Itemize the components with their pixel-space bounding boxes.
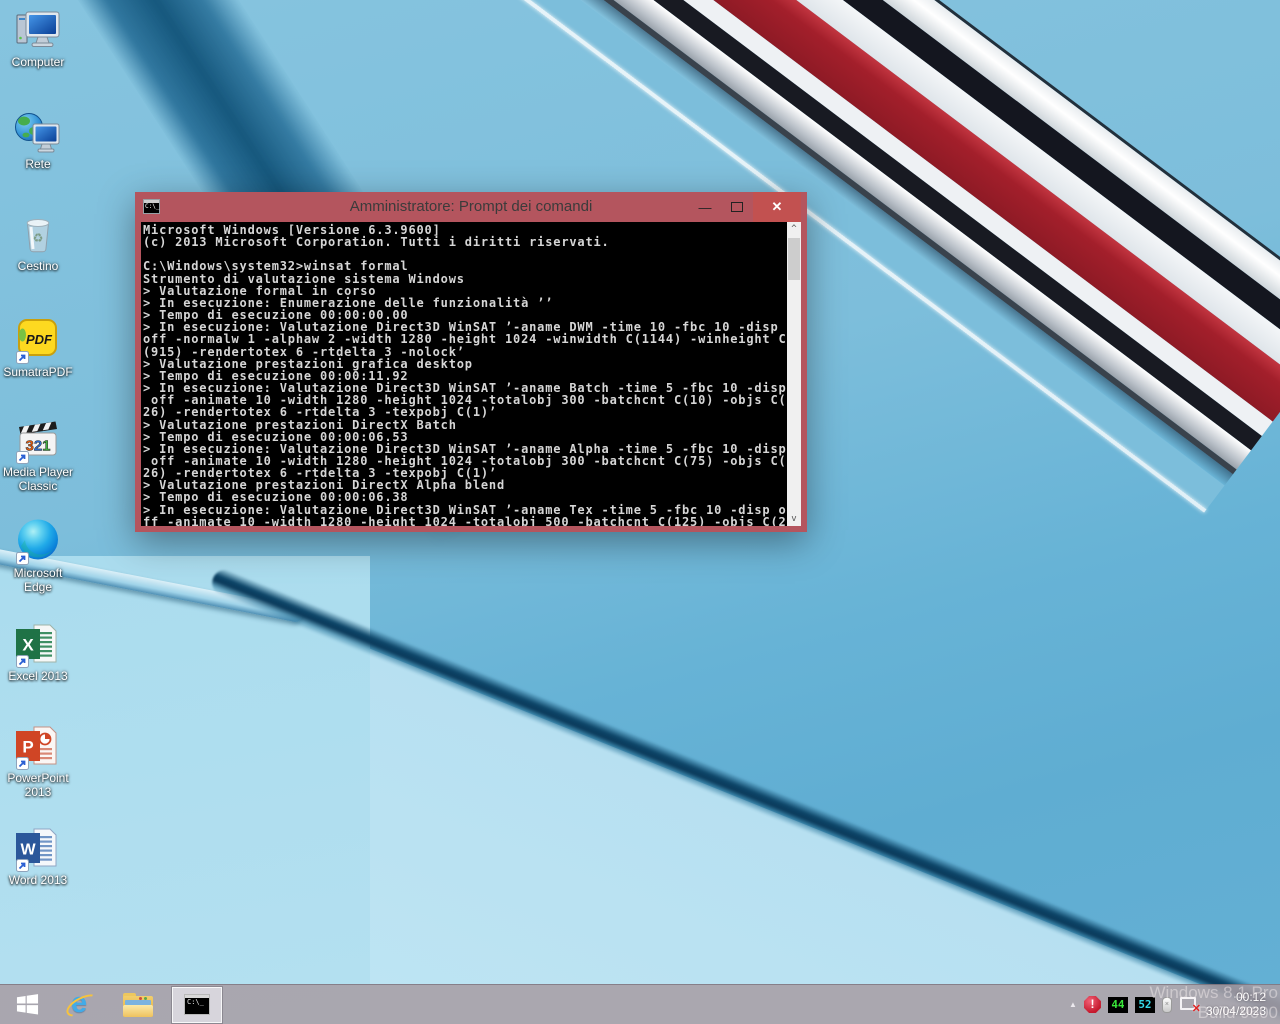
shortcut-arrow-icon [16, 351, 29, 364]
desktop-icon-label: Media Player Classic [0, 465, 76, 493]
tray-alert-icon[interactable]: ! [1084, 996, 1101, 1013]
desktop-icon-label: PowerPoint 2013 [0, 771, 76, 799]
svg-text:X: X [22, 636, 34, 655]
minimize-button[interactable]: — [689, 192, 721, 222]
desktop-icon-recycle-bin[interactable]: ♻ Cestino [0, 210, 76, 273]
clock-date: 30/04/2023 [1206, 1005, 1266, 1019]
tray-device-icon[interactable]: × [1162, 997, 1172, 1013]
taskbar-item-internet-explorer[interactable]: e [54, 985, 110, 1024]
desktop-icon-label: Computer [0, 55, 76, 69]
scrollbar-thumb[interactable] [788, 238, 800, 280]
console-line: > Tempo di esecuzione 00:00:06.38 [143, 491, 787, 503]
start-button[interactable] [0, 985, 54, 1024]
desktop-icon-label: Rete [0, 157, 76, 171]
excel-icon: X [14, 620, 62, 668]
windows-logo-icon [16, 993, 39, 1016]
console-line: 26) -rendertotex 6 -rtdelta 3 -texpobj C… [143, 406, 787, 418]
console-output[interactable]: Microsoft Windows [Versione 6.3.9600](c)… [141, 222, 787, 526]
desktop-icon-label: Cestino [0, 259, 76, 273]
console-line: C:\Windows\system32>winsat formal [143, 260, 787, 272]
taskbar-item-command-prompt-active[interactable]: C:\_ [172, 987, 222, 1023]
sumatrapdf-icon: PDF [14, 316, 62, 364]
maximize-icon [731, 202, 743, 212]
svg-text:♻: ♻ [33, 231, 44, 245]
network-disconnected-icon[interactable]: ✕ [1179, 996, 1199, 1013]
wallpaper-panel-crease-shadow [208, 566, 1280, 1024]
shortcut-arrow-icon [16, 552, 29, 565]
console-line: (c) 2013 Microsoft Corporation. Tutti i … [143, 236, 787, 248]
desktop-icon-sumatrapdf[interactable]: PDF SumatraPDF [0, 316, 76, 379]
desktop-icon-label: Word 2013 [0, 873, 76, 887]
shortcut-arrow-icon [16, 451, 29, 464]
desktop-icon-excel[interactable]: X Excel 2013 [0, 620, 76, 683]
desktop-icon-word[interactable]: W Word 2013 [0, 824, 76, 887]
console-scrollbar[interactable]: ^ v [787, 222, 801, 526]
console-line: > Valutazione prestazioni DirectX Batch [143, 419, 787, 431]
clock-time: 00:12 [1206, 991, 1266, 1005]
tray-gpu-temp[interactable]: 52 [1135, 997, 1155, 1013]
computer-icon [14, 6, 62, 54]
media-player-classic-icon: 321 [14, 416, 62, 464]
desktop-icon-computer[interactable]: Computer [0, 6, 76, 69]
desktop-icon-network[interactable]: Rete [0, 108, 76, 171]
internet-explorer-icon: e [66, 990, 98, 1020]
maximize-button[interactable] [721, 192, 753, 222]
desktop-icon-label: SumatraPDF [0, 365, 76, 379]
shortcut-arrow-icon [16, 655, 29, 668]
word-icon: W [14, 824, 62, 872]
desktop-icon-powerpoint[interactable]: P PowerPoint 2013 [0, 722, 76, 799]
svg-text:P: P [22, 738, 33, 757]
console-line: (915) -rendertotex 6 -rtdelta 3 -nolock’ [143, 346, 787, 358]
wallpaper-light-lower-panel [0, 580, 1280, 1024]
console-line: > Tempo di esecuzione 00:00:06.53 [143, 431, 787, 443]
shortcut-arrow-icon [16, 859, 29, 872]
command-prompt-icon: C:\_ [184, 994, 210, 1015]
taskbar-item-file-explorer[interactable] [110, 985, 166, 1024]
console-line: ff -animate 10 -width 1280 -height 1024 … [143, 516, 787, 526]
taskbar: e C:\_ ▲ ! 4 [0, 984, 1280, 1024]
file-explorer-icon [123, 993, 153, 1017]
desktop-icon-label: Excel 2013 [0, 669, 76, 683]
minimize-icon: — [699, 200, 712, 215]
close-icon: ✕ [772, 199, 783, 215]
taskbar-clock[interactable]: 00:12 30/04/2023 [1206, 991, 1266, 1018]
svg-text:W: W [20, 842, 36, 859]
window-titlebar[interactable]: C:\_ Amministratore: Prompt dei comandi … [135, 192, 807, 222]
desktop-icon-microsoft-edge[interactable]: Microsoft Edge [0, 517, 76, 594]
network-globe-icon [14, 108, 62, 156]
powerpoint-icon: P [14, 722, 62, 770]
console-line: Strumento di valutazione sistema Windows [143, 273, 787, 285]
scroll-down-icon[interactable]: v [787, 512, 801, 526]
desktop-icon-label: Microsoft Edge [0, 566, 76, 594]
shortcut-arrow-icon [16, 757, 29, 770]
system-tray: ▲ ! 44 52 × ✕ 00:12 30/04/2023 [1069, 991, 1280, 1018]
svg-text:PDF: PDF [26, 332, 53, 347]
edge-icon [14, 517, 62, 565]
scroll-up-icon[interactable]: ^ [787, 222, 801, 236]
console-line: > In esecuzione: Valutazione Direct3D Wi… [143, 504, 787, 516]
close-button[interactable]: ✕ [753, 192, 801, 222]
command-prompt-window[interactable]: C:\_ Amministratore: Prompt dei comandi … [135, 192, 807, 532]
show-hidden-icons-chevron[interactable]: ▲ [1069, 1000, 1077, 1009]
console-line: off -normalw 1 -alphaw 2 -width 1280 -he… [143, 333, 787, 345]
desktop-icon-media-player-classic[interactable]: 321 Media Player Classic [0, 416, 76, 493]
tray-cpu-temp[interactable]: 44 [1108, 997, 1128, 1013]
svg-text:321: 321 [25, 438, 50, 455]
desktop[interactable]: Windows 8.1 Pro Build 9600 Computer [0, 0, 1280, 1024]
recycle-bin-icon: ♻ [14, 210, 62, 258]
